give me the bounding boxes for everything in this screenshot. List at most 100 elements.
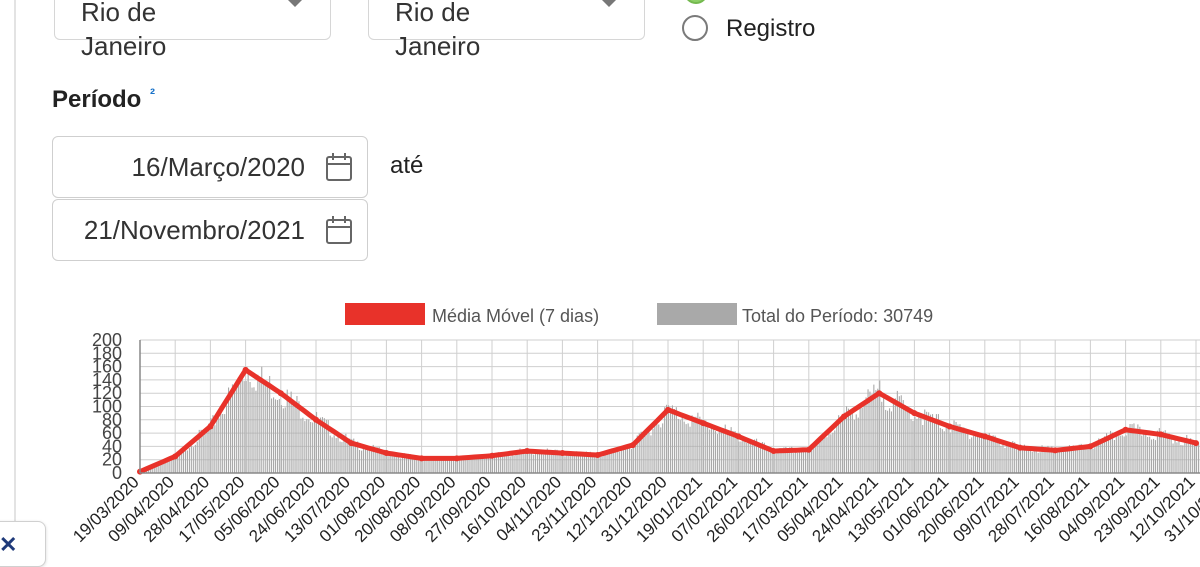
bar: [834, 431, 835, 474]
bar: [191, 446, 192, 473]
bar: [1010, 445, 1011, 473]
bar: [164, 463, 165, 473]
bar: [265, 381, 266, 473]
moving-average-point: [243, 367, 249, 373]
bar: [1008, 445, 1009, 473]
bar: [371, 451, 372, 473]
bar: [218, 418, 219, 473]
bar: [1061, 451, 1062, 473]
end-date-input[interactable]: 21/Novembro/2021: [52, 199, 368, 261]
bar: [652, 429, 653, 473]
bar: [1063, 450, 1064, 473]
bar: [341, 442, 342, 473]
bar: [340, 442, 341, 473]
bar: [1036, 452, 1037, 474]
bar: [1182, 445, 1183, 473]
bar: [961, 427, 962, 473]
bar: [189, 448, 190, 473]
bar: [1149, 437, 1150, 473]
bar: [455, 460, 456, 473]
bar: [582, 454, 583, 473]
bar: [672, 405, 673, 473]
bar: [388, 456, 389, 473]
bar: [302, 418, 303, 473]
bar: [668, 405, 669, 473]
bar: [334, 435, 335, 473]
bar: [332, 437, 333, 473]
bar: [1188, 439, 1189, 473]
bar: [832, 433, 833, 473]
start-date-input[interactable]: 16/Março/2020: [52, 136, 368, 198]
bar: [308, 419, 309, 473]
radio-selected-indicator[interactable]: [684, 0, 708, 4]
bar: [957, 425, 958, 474]
moving-average-point: [911, 410, 917, 416]
bar: [271, 399, 272, 474]
bar: [693, 417, 694, 473]
bar: [830, 434, 831, 473]
bar: [1178, 439, 1179, 473]
bar: [903, 400, 904, 473]
bar: [795, 450, 796, 473]
bar: [1184, 442, 1185, 473]
bar: [699, 417, 700, 473]
bar: [887, 411, 888, 473]
bar: [707, 427, 708, 473]
bar: [596, 457, 597, 473]
moving-average-point: [1017, 445, 1023, 451]
bar: [729, 431, 730, 473]
bar: [801, 452, 802, 473]
bar: [474, 458, 475, 473]
bar: [592, 456, 593, 473]
moving-average-point: [524, 448, 530, 454]
bar: [643, 433, 644, 473]
radio-circle-icon[interactable]: [682, 15, 708, 41]
bar: [999, 443, 1000, 474]
bar: [1141, 436, 1142, 473]
bar: [869, 392, 870, 473]
bar: [940, 428, 941, 473]
bar: [701, 419, 702, 473]
bar: [985, 436, 986, 473]
bar: [981, 437, 982, 474]
recaptcha-badge[interactable]: ✕: [0, 521, 46, 567]
bar: [1085, 449, 1086, 473]
bar: [504, 455, 505, 474]
bar: [1180, 445, 1181, 473]
moving-average-point: [313, 417, 319, 423]
bar: [1145, 433, 1146, 473]
bar: [207, 428, 208, 473]
city-select[interactable]: Rio de Janeiro: [368, 0, 645, 40]
bar: [273, 397, 274, 473]
bar: [426, 459, 427, 473]
end-date-value: 21/Novembro/2021: [84, 214, 305, 246]
bar: [283, 408, 284, 473]
bar: [398, 456, 399, 473]
moving-average-point: [700, 420, 706, 426]
bar: [650, 435, 651, 473]
bar: [1059, 451, 1060, 473]
bar: [232, 384, 233, 473]
bar: [1087, 447, 1088, 473]
calendar-icon[interactable]: [325, 215, 353, 245]
calendar-icon[interactable]: [325, 152, 353, 182]
bar: [828, 433, 829, 473]
bar: [807, 451, 808, 473]
moving-average-point: [383, 450, 389, 456]
bar: [244, 381, 245, 473]
bar: [615, 450, 616, 473]
bar: [983, 435, 984, 473]
bar: [287, 390, 288, 473]
bar: [840, 418, 841, 473]
moving-average-point: [1087, 443, 1093, 449]
bar: [1198, 442, 1199, 473]
bar: [197, 442, 198, 473]
state-select[interactable]: Rio de Janeiro: [54, 0, 331, 40]
bar: [236, 384, 237, 473]
bar: [1100, 441, 1101, 473]
bar: [733, 431, 734, 473]
bar: [713, 429, 714, 473]
bar: [295, 403, 296, 473]
bar: [678, 419, 679, 473]
bar: [451, 460, 452, 473]
